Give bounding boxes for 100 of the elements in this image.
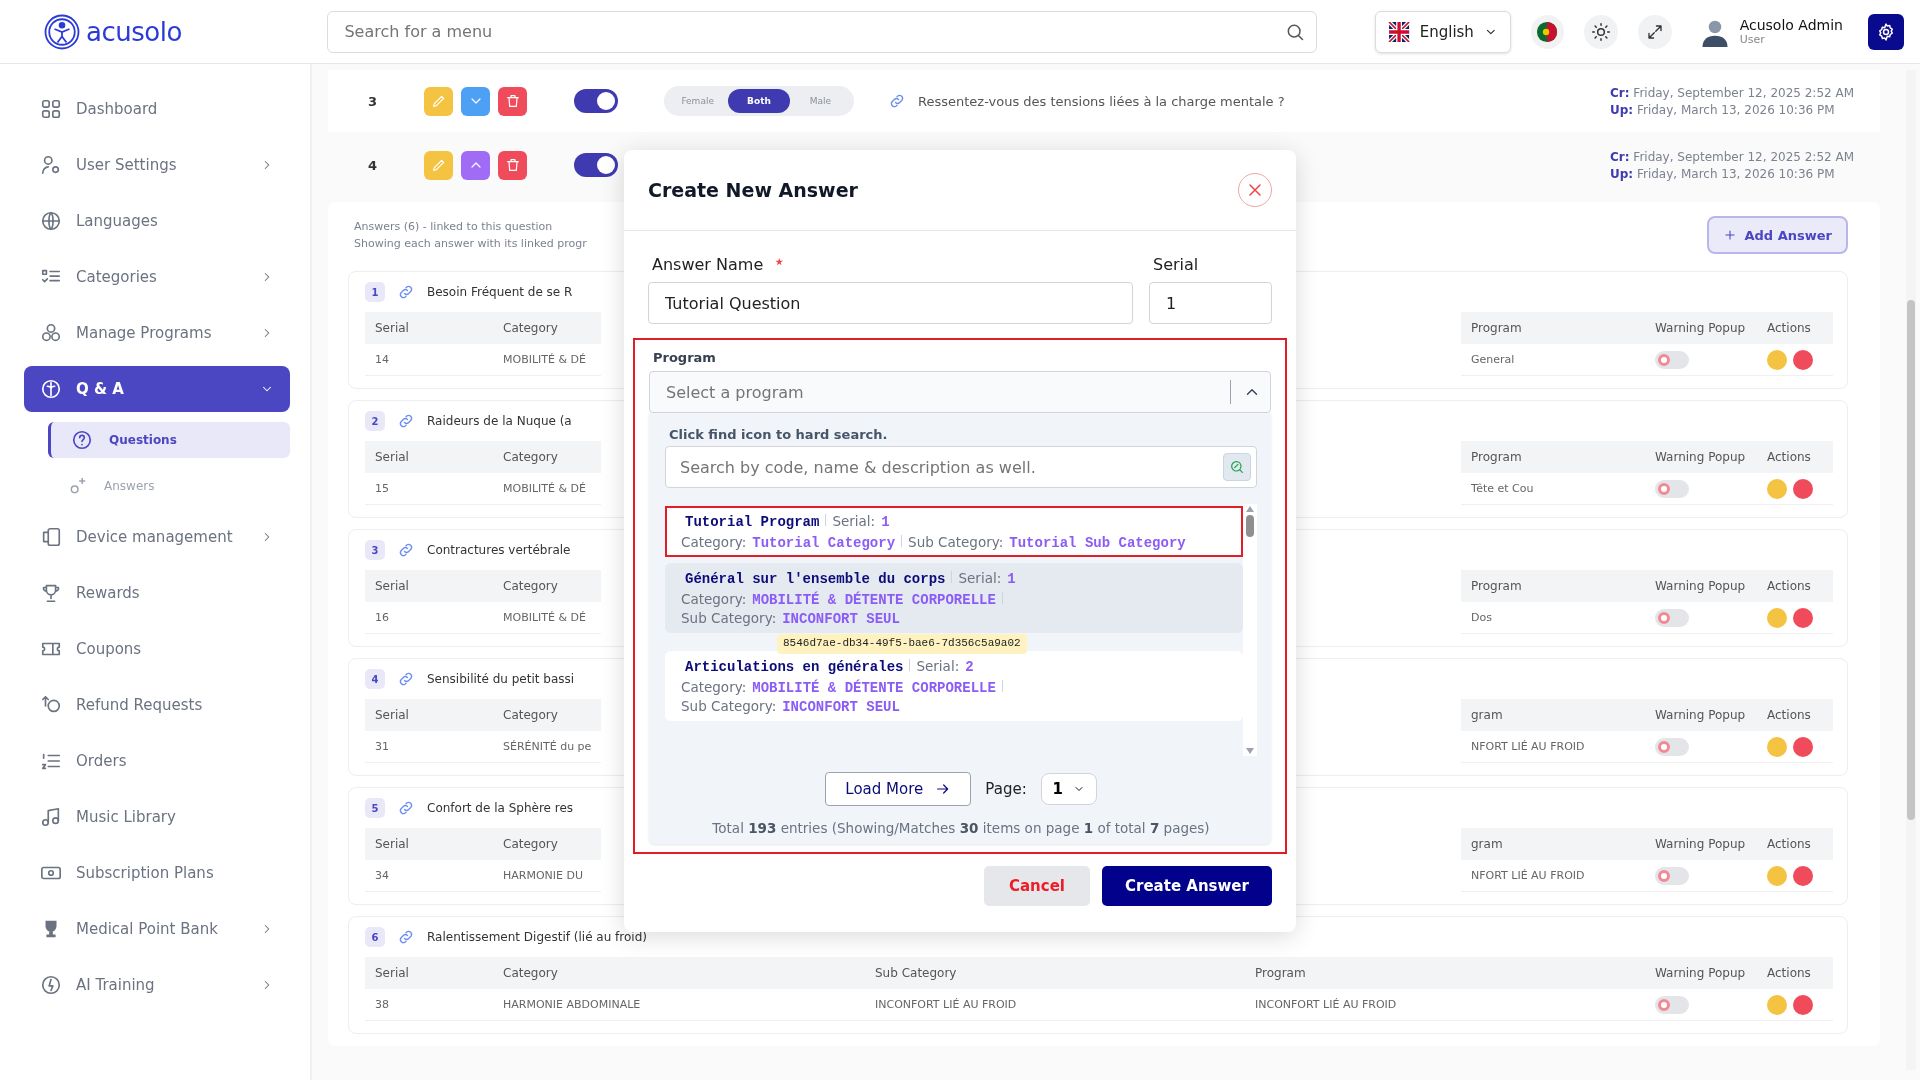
round-flag-button[interactable] bbox=[1530, 14, 1565, 49]
toggle-switch[interactable] bbox=[1655, 866, 1689, 885]
edit-button[interactable] bbox=[1767, 865, 1787, 886]
delete-button[interactable] bbox=[1793, 994, 1813, 1015]
column-header: Serial bbox=[365, 441, 493, 473]
column-header: Serial bbox=[365, 699, 493, 731]
sidebar-item[interactable]: AI Training bbox=[24, 962, 290, 1008]
sidebar-item[interactable]: Refund Requests bbox=[24, 682, 290, 728]
column-header: Sub Category bbox=[865, 957, 1245, 989]
theme-button[interactable] bbox=[1584, 14, 1618, 49]
delete-button[interactable] bbox=[1793, 349, 1813, 370]
user-gear-icon bbox=[40, 154, 62, 176]
page-label: Page: bbox=[985, 780, 1027, 798]
table-cell: 15 bbox=[375, 482, 389, 495]
column-header: gram bbox=[1461, 699, 1645, 731]
column-header: Warning Popup bbox=[1645, 312, 1757, 344]
edit-button[interactable] bbox=[424, 86, 453, 116]
user-role: User bbox=[1739, 33, 1766, 46]
cancel-button[interactable]: Cancel bbox=[984, 866, 1090, 906]
toggle-switch[interactable] bbox=[574, 89, 618, 113]
edit-button[interactable] bbox=[1767, 736, 1787, 757]
sidebar-item[interactable]: Orders bbox=[24, 738, 290, 784]
table-cell: Tête et Cou bbox=[1471, 482, 1534, 495]
program-option[interactable]: Général sur l'ensemble du corps Serial: 1 Category: MOBILITÉ & DÉTENTE CORPORELLE Sub Category: INCONFORT SEUL bbox=[665, 563, 1243, 633]
sidebar-item[interactable]: Rewards bbox=[24, 570, 290, 616]
toggle-switch[interactable] bbox=[1655, 737, 1689, 756]
create-answer-button[interactable]: Create Answer bbox=[1102, 866, 1272, 906]
column-header: Warning Popup bbox=[1645, 957, 1757, 989]
sidebar-item[interactable]: Coupons bbox=[24, 626, 290, 672]
updated-date: Up: Friday, March 13, 2026 10:36 PM bbox=[1610, 166, 1836, 181]
program-search-field[interactable]: Search by code, name & description as well. bbox=[665, 446, 1257, 488]
sidebar-item[interactable]: Categories bbox=[24, 254, 290, 300]
expand-toggle-button[interactable] bbox=[461, 86, 490, 116]
edit-button[interactable] bbox=[1767, 607, 1787, 628]
serial-field[interactable]: 1 bbox=[1149, 282, 1272, 324]
link-icon bbox=[397, 928, 415, 946]
search-field[interactable]: Search for a menu bbox=[327, 10, 1317, 53]
column-header: Category bbox=[493, 570, 601, 602]
column-header: Warning Popup bbox=[1645, 441, 1757, 473]
delete-button[interactable] bbox=[1793, 736, 1813, 757]
toggle-switch[interactable] bbox=[574, 153, 618, 177]
segment-option[interactable]: Female bbox=[667, 89, 729, 113]
program-option[interactable]: Articulations en générales Serial: 2 Category: MOBILITÉ & DÉTENTE CORPORELLE Sub Category: INCONFORT SEUL bbox=[665, 651, 1243, 721]
scrollbar[interactable] bbox=[1243, 504, 1257, 756]
sidebar-item[interactable]: Q & A bbox=[24, 366, 290, 412]
toggle-switch[interactable] bbox=[1655, 350, 1689, 369]
language-selector[interactable]: English bbox=[1374, 10, 1511, 53]
serial-label: Serial: bbox=[832, 513, 876, 529]
settings-button[interactable] bbox=[1868, 13, 1905, 50]
trophy-icon bbox=[40, 582, 62, 604]
delete-button[interactable] bbox=[498, 150, 527, 180]
edit-button[interactable] bbox=[1767, 349, 1787, 370]
answer-title: Contractures vertébrale bbox=[427, 543, 571, 557]
delete-button[interactable] bbox=[498, 86, 527, 116]
segment-option[interactable]: Male bbox=[789, 89, 851, 113]
category-label: Category: bbox=[681, 534, 747, 550]
pagination-summary: Total 193 entries (Showing/Matches 30 items on page 1 of total 7 pages) bbox=[711, 820, 1211, 836]
link-icon bbox=[397, 541, 415, 559]
table-cell: General bbox=[1471, 353, 1515, 366]
edit-button[interactable] bbox=[1767, 478, 1787, 499]
sidebar-item[interactable]: Dashboard bbox=[24, 86, 290, 132]
sidebar-subitem[interactable]: Questions bbox=[48, 422, 290, 458]
sidebar-item[interactable]: Languages bbox=[24, 198, 290, 244]
program-select[interactable]: Select a program bbox=[649, 371, 1271, 413]
sidebar-item[interactable]: Manage Programs bbox=[24, 310, 290, 356]
expand-toggle-button[interactable] bbox=[461, 150, 490, 180]
row-number: 3 bbox=[368, 93, 379, 109]
segment-option[interactable]: Both bbox=[728, 89, 790, 113]
toggle-switch[interactable] bbox=[1655, 995, 1689, 1014]
program-option[interactable]: Tutorial Program Serial: 1 Category: Tutorial Category Sub Category: Tutorial Sub Category bbox=[665, 506, 1243, 557]
sidebar-item[interactable]: Medical Point Bank bbox=[24, 906, 290, 952]
page-select[interactable]: 1 bbox=[1040, 773, 1097, 805]
scrollbar[interactable] bbox=[1906, 70, 1916, 1070]
sidebar-subitem[interactable]: Answers bbox=[48, 468, 290, 504]
answer-name-field[interactable]: Tutorial Question bbox=[648, 282, 1133, 324]
load-more-button[interactable]: Load More bbox=[825, 772, 972, 806]
music-icon bbox=[40, 806, 62, 828]
find-button[interactable] bbox=[1223, 453, 1251, 481]
column-header: Actions bbox=[1757, 699, 1833, 731]
fullscreen-button[interactable] bbox=[1637, 14, 1672, 49]
column-header: Serial bbox=[365, 957, 493, 989]
toggle-switch[interactable] bbox=[1655, 608, 1689, 627]
edit-button[interactable] bbox=[424, 150, 453, 180]
field-label: Serial bbox=[1153, 255, 1199, 274]
toggle-switch[interactable] bbox=[1655, 479, 1689, 498]
sidebar-item[interactable]: Music Library bbox=[24, 794, 290, 840]
sub-category-value: INCONFORT SEUL bbox=[782, 699, 900, 715]
link-icon bbox=[397, 283, 415, 301]
delete-button[interactable] bbox=[1793, 607, 1813, 628]
add-answer-button[interactable]: Add Answer bbox=[1706, 216, 1848, 254]
delete-button[interactable] bbox=[1793, 865, 1813, 886]
number-badge: 3 bbox=[365, 540, 385, 560]
question-text: Ressentez-vous des tensions liées à la charge mentale ? bbox=[918, 93, 1285, 109]
close-button[interactable] bbox=[1238, 173, 1272, 207]
delete-button[interactable] bbox=[1793, 478, 1813, 499]
question-icon bbox=[71, 429, 93, 451]
sidebar-item[interactable]: Device management bbox=[24, 514, 290, 560]
sidebar-item[interactable]: Subscription Plans bbox=[24, 850, 290, 896]
edit-button[interactable] bbox=[1767, 994, 1787, 1015]
sidebar-item[interactable]: User Settings bbox=[24, 142, 290, 188]
